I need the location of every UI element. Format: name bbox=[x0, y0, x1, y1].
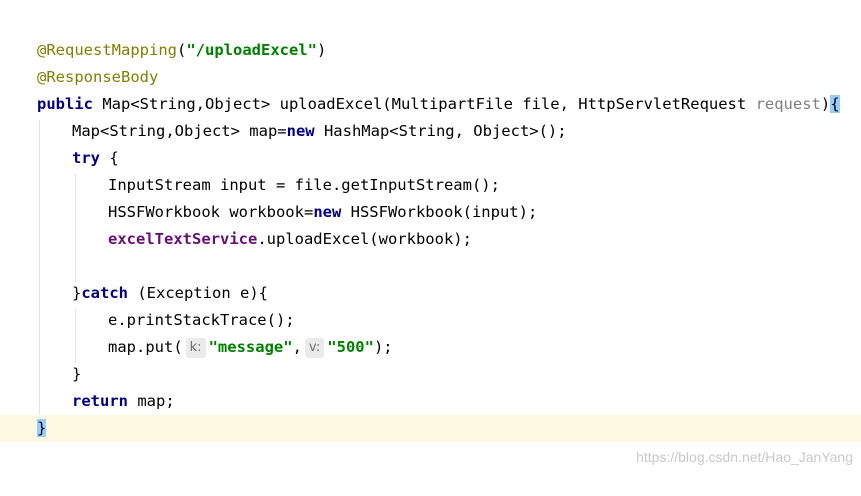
matched-brace-close: } bbox=[37, 419, 47, 437]
code-line-13[interactable]: } bbox=[0, 361, 861, 388]
code-text: .uploadExcel(workbook); bbox=[257, 230, 472, 248]
unused-parameter: request bbox=[755, 95, 821, 113]
matched-brace-open: { bbox=[830, 95, 840, 113]
comma: , bbox=[292, 338, 302, 356]
string-literal: "500" bbox=[327, 338, 374, 356]
code-line-8[interactable]: excelTextService.uploadExcel(workbook); bbox=[0, 226, 861, 253]
code-text: HashMap<String, Object>(); bbox=[314, 122, 567, 140]
parameter-hint-k: k: bbox=[185, 338, 206, 358]
code-line-3[interactable]: public Map<String,Object> uploadExcel(Mu… bbox=[0, 91, 861, 118]
code-text: map.put( bbox=[108, 338, 183, 356]
paren-open: ( bbox=[176, 41, 187, 59]
code-text: (Exception e){ bbox=[128, 284, 268, 302]
code-line-9-empty[interactable] bbox=[0, 253, 861, 280]
keyword-public: public bbox=[37, 95, 93, 113]
code-line-6[interactable]: InputStream input = file.getInputStream(… bbox=[0, 172, 861, 199]
code-line-5[interactable]: try { bbox=[0, 145, 861, 172]
code-text: HSSFWorkbook(input); bbox=[341, 203, 538, 221]
code-line-12[interactable]: map.put(k: "message", v: "500"); bbox=[0, 334, 861, 361]
code-text: HSSFWorkbook workbook= bbox=[108, 203, 314, 221]
keyword-new: new bbox=[313, 203, 342, 221]
keyword-return: return bbox=[72, 392, 128, 410]
code-text: ); bbox=[373, 338, 393, 356]
code-line-14[interactable]: return map; bbox=[0, 388, 861, 415]
code-text: e.printStackTrace(); bbox=[108, 311, 295, 329]
watermark: https://blog.csdn.net/Hao_JanYang bbox=[636, 449, 853, 465]
code-line-15-current[interactable]: } bbox=[0, 415, 861, 442]
annotation-request-mapping: @RequestMapping bbox=[37, 41, 177, 59]
closing-brace: } bbox=[72, 284, 82, 302]
code-line-2[interactable]: @ResponseBody bbox=[0, 64, 861, 91]
code-text: Map<String,Object> map= bbox=[72, 122, 287, 140]
parameter-hint-v: v: bbox=[304, 338, 325, 358]
code-line-4[interactable]: Map<String,Object> map=new HashMap<Strin… bbox=[0, 118, 861, 145]
code-text: { bbox=[100, 149, 119, 167]
annotation-response-body: @ResponseBody bbox=[37, 68, 159, 86]
code-line-10[interactable]: }catch (Exception e){ bbox=[0, 280, 861, 307]
field-reference: excelTextService bbox=[108, 230, 258, 248]
closing-brace: } bbox=[72, 365, 82, 383]
code-text: InputStream input = file.getInputStream(… bbox=[108, 176, 500, 194]
method-signature: Map<String,Object> uploadExcel(Multipart… bbox=[93, 95, 756, 113]
keyword-try: try bbox=[72, 149, 100, 167]
code-line-11[interactable]: e.printStackTrace(); bbox=[0, 307, 861, 334]
code-line-7[interactable]: HSSFWorkbook workbook=new HSSFWorkbook(i… bbox=[0, 199, 861, 226]
paren-close: ) bbox=[820, 95, 831, 113]
code-line-1[interactable]: @RequestMapping("/uploadExcel") bbox=[0, 37, 861, 64]
keyword-catch: catch bbox=[81, 284, 129, 302]
string-literal: "message" bbox=[208, 338, 293, 356]
keyword-new: new bbox=[286, 122, 315, 140]
code-editor[interactable]: @RequestMapping("/uploadExcel") @Respons… bbox=[0, 0, 861, 477]
string-literal: "/uploadExcel" bbox=[186, 41, 317, 59]
code-text: map; bbox=[128, 392, 175, 410]
paren-close: ) bbox=[316, 41, 327, 59]
